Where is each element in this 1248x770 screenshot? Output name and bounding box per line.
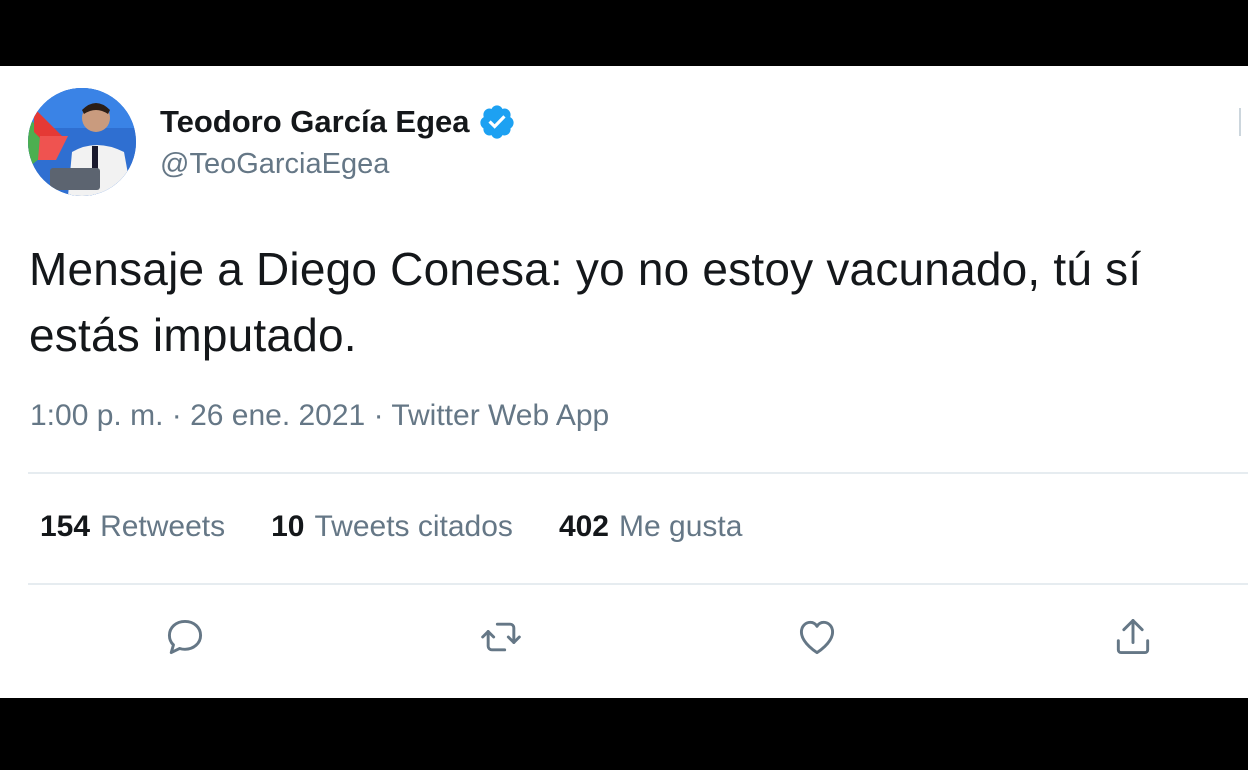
more-options-edge (1239, 108, 1248, 136)
stat-likes[interactable]: 402 Me gusta (559, 510, 742, 544)
stat-count: 402 (558, 510, 609, 543)
handle[interactable]: @TeoGarciaEgea (160, 148, 389, 181)
stat-count: 154 (40, 510, 91, 543)
reply-icon (163, 615, 207, 664)
retweet-button[interactable] (476, 614, 526, 664)
tweet-meta[interactable]: 1:00 p. m. · 26 ene. 2021 · Twitter Web … (30, 399, 609, 433)
share-icon (1111, 615, 1155, 664)
share-button[interactable] (1108, 614, 1158, 664)
bottom-black-bar (0, 698, 1248, 770)
stat-label: Retweets (100, 510, 226, 543)
divider (28, 583, 1248, 585)
divider (28, 472, 1248, 474)
retweet-icon (479, 615, 523, 664)
display-name-text[interactable]: Teodoro García Egea (160, 104, 470, 140)
display-name[interactable]: Teodoro García Egea (160, 103, 516, 141)
avatar[interactable] (28, 88, 136, 196)
stat-count: 10 (271, 510, 305, 543)
tweet-card: Teodoro García Egea @TeoGarciaEgea Mensa… (0, 66, 1248, 698)
stat-label: Tweets citados (314, 510, 513, 543)
tweet-text-line-2: estás imputado. (29, 309, 357, 361)
reply-button[interactable] (160, 614, 210, 664)
like-icon (795, 615, 839, 664)
stat-quote-tweets[interactable]: 10 Tweets citados (271, 510, 513, 544)
like-button[interactable] (792, 614, 842, 664)
tweet-text: Mensaje a Diego Conesa: yo no estoy vacu… (29, 236, 1239, 368)
top-black-bar (0, 0, 1248, 66)
stat-label: Me gusta (619, 510, 743, 543)
tweet-stats: 154 Retweets 10 Tweets citados 402 Me gu… (40, 510, 788, 544)
stat-retweets[interactable]: 154 Retweets (40, 510, 225, 544)
verified-badge-icon (478, 103, 516, 141)
action-bar (0, 614, 1248, 664)
tweet-text-line-1: Mensaje a Diego Conesa: yo no estoy vacu… (29, 243, 1142, 295)
